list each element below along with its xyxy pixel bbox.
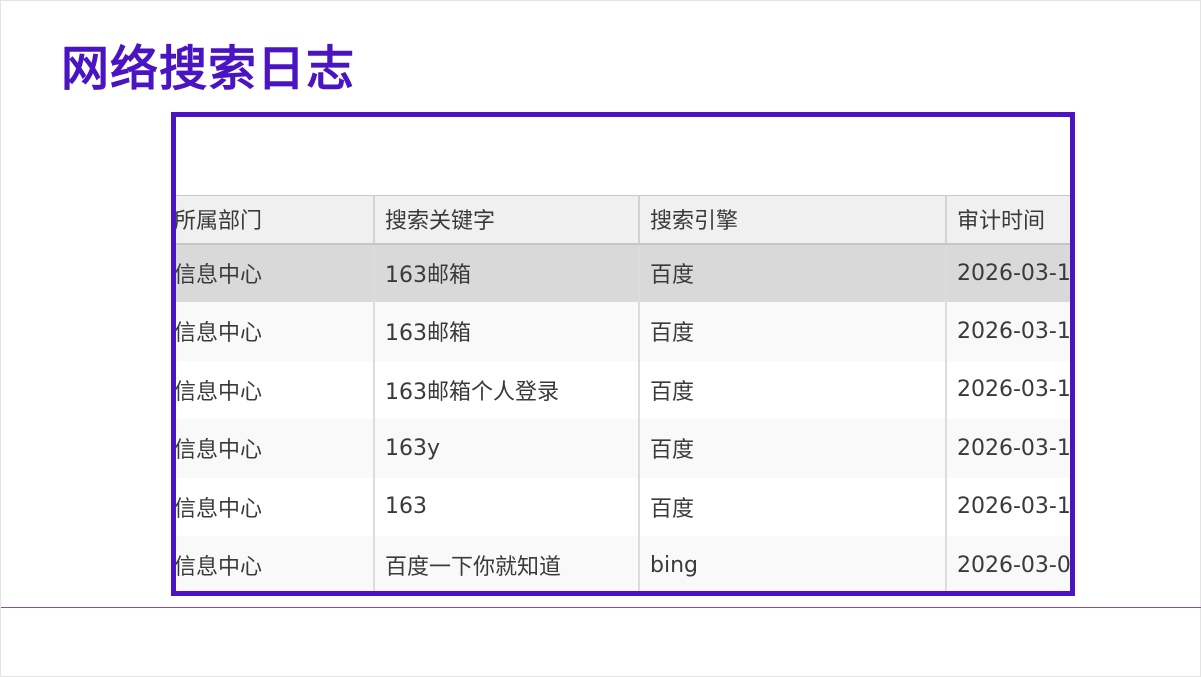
- page-title: 网络搜索日志: [61, 41, 356, 97]
- cell-keyword: 163邮箱个人登录: [374, 360, 640, 419]
- column-header-department[interactable]: 所属部门: [176, 195, 375, 245]
- cell-department: 信息中心: [176, 477, 375, 536]
- screenshot-frame: 所属部门 搜索关键字 搜索引擎 审计时间 信息中心 163邮箱 百度 2026-…: [171, 112, 1075, 596]
- cell-engine: 百度: [639, 302, 947, 361]
- table-row[interactable]: 信息中心 163邮箱 百度 2026-03-1: [176, 243, 1070, 302]
- cell-keyword: 163邮箱: [374, 243, 640, 302]
- table-row[interactable]: 信息中心 163邮箱个人登录 百度 2026-03-1: [176, 360, 1070, 419]
- column-header-audit-time[interactable]: 审计时间: [946, 195, 1070, 245]
- cell-keyword: 百度一下你就知道: [374, 536, 640, 591]
- cell-engine: 百度: [639, 477, 947, 536]
- cell-department: 信息中心: [176, 302, 375, 361]
- cell-keyword: 163邮箱: [374, 302, 640, 361]
- cell-engine: 百度: [639, 419, 947, 478]
- cell-engine: 百度: [639, 243, 947, 302]
- cell-keyword: 163y: [374, 419, 640, 478]
- table-row[interactable]: 信息中心 163邮箱 百度 2026-03-1: [176, 302, 1070, 361]
- table-header-row: 所属部门 搜索关键字 搜索引擎 审计时间: [176, 195, 1070, 245]
- cell-engine: bing: [639, 536, 947, 591]
- cell-department: 信息中心: [176, 419, 375, 478]
- cell-department: 信息中心: [176, 360, 375, 419]
- cell-keyword: 163: [374, 477, 640, 536]
- cell-audit-time: 2026-03-1: [946, 477, 1070, 536]
- cell-audit-time: 2026-03-1: [946, 360, 1070, 419]
- search-log-table: 所属部门 搜索关键字 搜索引擎 审计时间 信息中心 163邮箱 百度 2026-…: [176, 195, 1070, 591]
- footer-divider: [1, 607, 1201, 608]
- column-header-engine[interactable]: 搜索引擎: [639, 195, 947, 245]
- table-row[interactable]: 信息中心 163 百度 2026-03-1: [176, 477, 1070, 536]
- cell-department: 信息中心: [176, 536, 375, 591]
- cell-department: 信息中心: [176, 243, 375, 302]
- slide: 网络搜索日志 所属部门 搜索关键字 搜索引擎 审计时间 信息中心 163邮箱 百…: [0, 0, 1201, 677]
- cell-audit-time: 2026-03-0: [946, 536, 1070, 591]
- cell-audit-time: 2026-03-1: [946, 419, 1070, 478]
- table-row[interactable]: 信息中心 163y 百度 2026-03-1: [176, 419, 1070, 478]
- table-row[interactable]: 信息中心 百度一下你就知道 bing 2026-03-0: [176, 536, 1070, 591]
- column-header-keyword[interactable]: 搜索关键字: [374, 195, 640, 245]
- cell-audit-time: 2026-03-1: [946, 302, 1070, 361]
- search-log-table-container: 所属部门 搜索关键字 搜索引擎 审计时间 信息中心 163邮箱 百度 2026-…: [176, 195, 1070, 591]
- cell-audit-time: 2026-03-1: [946, 243, 1070, 302]
- cell-engine: 百度: [639, 360, 947, 419]
